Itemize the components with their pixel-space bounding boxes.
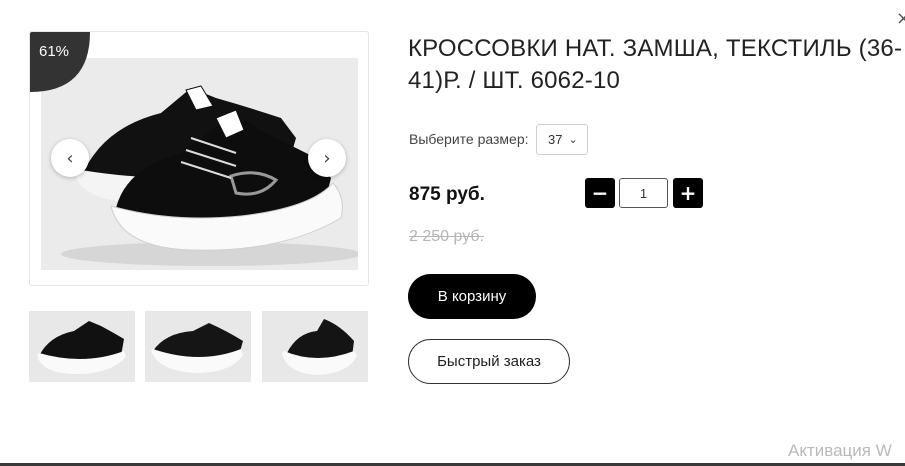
discount-badge-text: 61% — [39, 43, 70, 60]
discount-badge: 61% — [30, 32, 90, 92]
next-image-button[interactable]: › — [308, 139, 346, 177]
thumbnail-3[interactable] — [262, 311, 368, 382]
quantity-input[interactable] — [619, 178, 668, 208]
chevron-left-icon: ‹ — [66, 147, 74, 169]
quantity-decrease-button[interactable]: − — [585, 178, 615, 208]
product-title: КРОССОВКИ НАТ. ЗАМША, ТЕКСТИЛЬ (36-41)Р.… — [408, 35, 903, 94]
current-price: 875 руб. — [409, 184, 485, 205]
add-to-cart-button[interactable]: В корзину — [408, 274, 536, 319]
old-price: 2 250 руб. — [409, 228, 484, 245]
size-select[interactable]: 37 ⌄ — [536, 124, 588, 155]
plus-icon: + — [679, 181, 697, 205]
windows-activation-watermark: Активация W — [788, 441, 892, 460]
quick-order-button[interactable]: Быстрый заказ — [408, 339, 570, 384]
quantity-increase-button[interactable]: + — [673, 178, 703, 208]
size-label: Выберите размер: — [409, 131, 529, 147]
thumbnail-1[interactable] — [29, 311, 135, 382]
product-gallery: 61% ‹ › — [29, 31, 369, 286]
chevron-down-icon: ⌄ — [568, 134, 578, 146]
chevron-right-icon: › — [323, 147, 331, 169]
close-icon[interactable]: × — [896, 10, 905, 28]
thumbnail-2[interactable] — [145, 311, 251, 382]
minus-icon: − — [591, 181, 609, 205]
prev-image-button[interactable]: ‹ — [51, 139, 89, 177]
size-select-value: 37 — [548, 132, 563, 147]
